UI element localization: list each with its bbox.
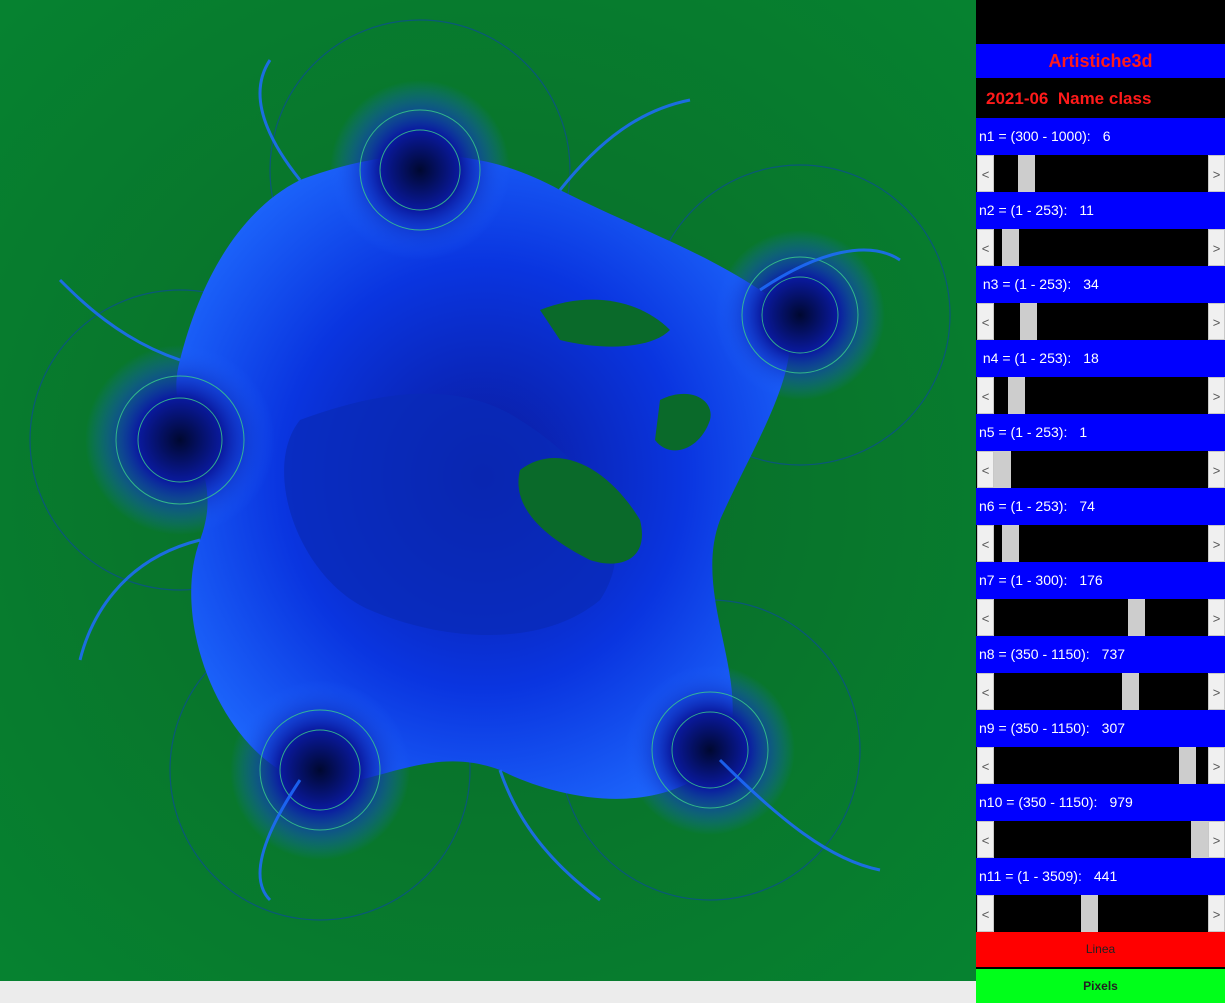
param-n10-label: n10 = (350 - 1150): 979 (976, 784, 1225, 821)
param-n10-value: 979 (1109, 794, 1133, 810)
param-n6-scrollbar[interactable]: < > (976, 525, 1225, 562)
app-title: Artistiche3d (976, 44, 1225, 78)
param-n4-range: n4 = (1 - 253): (979, 350, 1072, 366)
scroll-right-icon[interactable]: > (1208, 673, 1225, 710)
param-n4-scrollbar[interactable]: < > (976, 377, 1225, 414)
param-n3-range: n3 = (1 - 253): (979, 276, 1072, 292)
param-n11-value: 441 (1093, 868, 1118, 884)
scroll-right-icon[interactable]: > (1208, 303, 1225, 340)
scroll-right-icon[interactable]: > (1208, 599, 1225, 636)
scrollbar-thumb[interactable] (1002, 229, 1019, 266)
scroll-left-icon[interactable]: < (977, 673, 994, 710)
param-n5-range: n5 = (1 - 253): (979, 424, 1068, 440)
param-n5-scrollbar[interactable]: < > (976, 451, 1225, 488)
scrollbar-thumb[interactable] (1081, 895, 1098, 932)
param-n3-scrollbar[interactable]: < > (976, 303, 1225, 340)
scrollbar-track[interactable] (994, 155, 1208, 192)
param-n7-scrollbar[interactable]: < > (976, 599, 1225, 636)
linea-button[interactable]: Linea (976, 932, 1225, 967)
param-n5-value: 1 (1079, 424, 1088, 440)
param-n11-scrollbar[interactable]: < > (976, 895, 1225, 932)
scroll-right-icon[interactable]: > (1208, 451, 1225, 488)
param-n8-value: 737 (1101, 646, 1126, 662)
scroll-right-icon[interactable]: > (1208, 229, 1225, 266)
scroll-left-icon[interactable]: < (977, 377, 994, 414)
param-n2-scrollbar[interactable]: < > (976, 229, 1225, 266)
param-n4-value: 18 (1083, 350, 1099, 366)
scroll-left-icon[interactable]: < (977, 599, 994, 636)
param-n6-range: n6 = (1 - 253): (979, 498, 1068, 514)
param-n7-label: n7 = (1 - 300): 176 (976, 562, 1225, 599)
scrollbar-track[interactable] (994, 895, 1208, 932)
scrollbar-track[interactable] (994, 229, 1208, 266)
scrollbar-thumb[interactable] (1008, 377, 1025, 414)
param-n8-label: n8 = (350 - 1150): 737 (976, 636, 1225, 673)
param-n1-label: n1 = (300 - 1000): 6 (976, 118, 1225, 155)
scroll-left-icon[interactable]: < (977, 747, 994, 784)
param-n7-range: n7 = (1 - 300): (979, 572, 1068, 588)
scrollbar-track[interactable] (994, 599, 1208, 636)
scroll-right-icon[interactable]: > (1208, 525, 1225, 562)
param-n3-value: 34 (1083, 276, 1099, 292)
scroll-right-icon[interactable]: > (1208, 895, 1225, 932)
param-n7-value: 176 (1079, 572, 1103, 588)
scrollbar-track[interactable] (994, 303, 1208, 340)
param-n9-scrollbar[interactable]: < > (976, 747, 1225, 784)
param-n1-scrollbar[interactable]: < > (976, 155, 1225, 192)
scroll-left-icon[interactable]: < (977, 451, 994, 488)
app-subtitle: 2021-06 Name class (976, 81, 1225, 116)
scroll-left-icon[interactable]: < (977, 821, 994, 858)
control-panel: Artistiche3d 2021-06 Name class n1 = (30… (976, 0, 1225, 1003)
param-n8-range: n8 = (350 - 1150): (979, 646, 1090, 662)
param-n1-value: 6 (1102, 128, 1111, 144)
scroll-left-icon[interactable]: < (977, 525, 994, 562)
param-n8-scrollbar[interactable]: < > (976, 673, 1225, 710)
scrollbar-thumb[interactable] (1128, 599, 1145, 636)
param-n1-range: n1 = (300 - 1000): (979, 128, 1091, 144)
scroll-left-icon[interactable]: < (977, 155, 994, 192)
scrollbar-track[interactable] (994, 673, 1208, 710)
param-n3-label: n3 = (1 - 253): 34 (976, 266, 1225, 303)
scrollbar-thumb[interactable] (1020, 303, 1037, 340)
scroll-left-icon[interactable]: < (977, 895, 994, 932)
param-n10-scrollbar[interactable]: < > (976, 821, 1225, 858)
status-strip (0, 981, 976, 1003)
scrollbar-thumb[interactable] (1191, 821, 1208, 858)
scrollbar-thumb[interactable] (994, 451, 1011, 488)
scroll-right-icon[interactable]: > (1208, 155, 1225, 192)
param-n10-range: n10 = (350 - 1150): (979, 794, 1098, 810)
scrollbar-thumb[interactable] (1018, 155, 1035, 192)
scrollbar-thumb[interactable] (1122, 673, 1139, 710)
param-n2-value: 11 (1079, 202, 1094, 218)
param-n9-label: n9 = (350 - 1150): 307 (976, 710, 1225, 747)
param-n5-label: n5 = (1 - 253): 1 (976, 414, 1225, 451)
scroll-right-icon[interactable]: > (1208, 747, 1225, 784)
param-n9-range: n9 = (350 - 1150): (979, 720, 1090, 736)
scrollbar-track[interactable] (994, 451, 1208, 488)
scrollbar-track[interactable] (994, 525, 1208, 562)
pixels-button[interactable]: Pixels (976, 969, 1225, 1003)
scrollbar-thumb[interactable] (1179, 747, 1196, 784)
param-n9-value: 307 (1101, 720, 1126, 736)
param-n2-range: n2 = (1 - 253): (979, 202, 1068, 218)
scrollbar-track[interactable] (994, 377, 1208, 414)
param-n2-label: n2 = (1 - 253): 11 (976, 192, 1225, 229)
param-n11-range: n11 = (1 - 3509): (979, 868, 1082, 884)
scroll-right-icon[interactable]: > (1208, 821, 1225, 858)
param-n11-label: n11 = (1 - 3509): 441 (976, 858, 1225, 895)
param-n6-label: n6 = (1 - 253): 74 (976, 488, 1225, 525)
scroll-right-icon[interactable]: > (1208, 377, 1225, 414)
fractal-image (0, 0, 976, 981)
param-n6-value: 74 (1079, 498, 1095, 514)
scrollbar-thumb[interactable] (1002, 525, 1019, 562)
fractal-canvas[interactable] (0, 0, 976, 981)
scrollbar-track[interactable] (994, 821, 1208, 858)
scrollbar-track[interactable] (994, 747, 1208, 784)
scroll-left-icon[interactable]: < (977, 303, 994, 340)
scroll-left-icon[interactable]: < (977, 229, 994, 266)
param-n4-label: n4 = (1 - 253): 18 (976, 340, 1225, 377)
